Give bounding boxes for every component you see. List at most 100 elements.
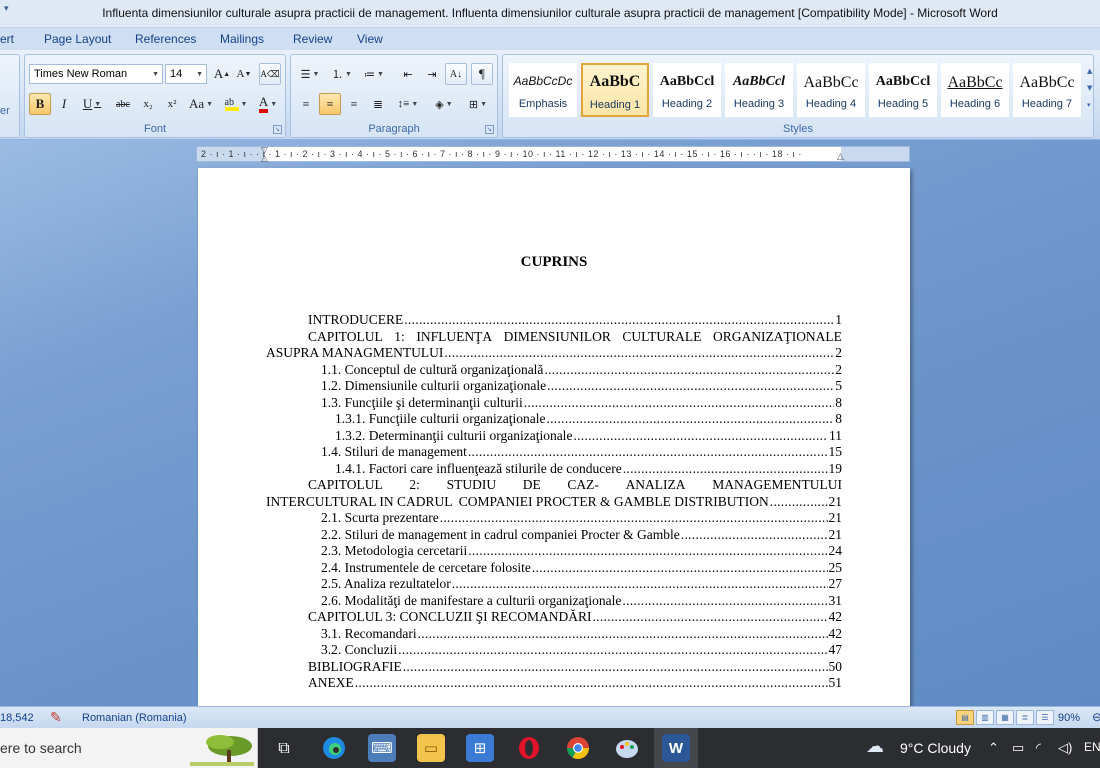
zoom-level[interactable]: 90%	[1058, 712, 1080, 724]
line-spacing-button[interactable]: ↕≡ ▼	[393, 93, 423, 115]
toc-entry-bibliografie[interactable]: BIBLIOGRAFIE 50	[266, 659, 842, 676]
shading-button[interactable]: ◈ ▼	[429, 93, 459, 115]
paint-icon[interactable]	[613, 734, 641, 762]
numbering-button[interactable]: ⒈ ▼	[327, 63, 357, 85]
font-color-button[interactable]: A ▼	[253, 93, 283, 115]
tab-references[interactable]: References	[135, 32, 196, 46]
chevron-down-icon: ▼	[445, 100, 453, 108]
grow-font-button[interactable]: A ▲	[212, 63, 232, 85]
outline-view-icon[interactable]: ≣	[1016, 710, 1034, 725]
print-layout-view-icon[interactable]: ▤	[956, 710, 974, 725]
task-view-icon[interactable]: ⧉	[270, 734, 298, 762]
tab-view[interactable]: View	[357, 32, 383, 46]
spell-check-icon[interactable]: ✎	[50, 709, 62, 726]
justify-button[interactable]: ≣	[367, 93, 389, 115]
multilevel-list-button[interactable]: ≔ ▼	[359, 63, 389, 85]
decrease-indent-button[interactable]: ⇤	[397, 63, 419, 85]
borders-button[interactable]: ⊞ ▼	[463, 93, 493, 115]
align-right-button[interactable]: ≡	[343, 93, 365, 115]
font-name-select[interactable]: Times New Roman ▼	[29, 64, 163, 84]
toc-entry-capitol-3[interactable]: CAPITOLUL 3: CONCLUZII ŞI RECOMANDĂRI 42	[266, 609, 842, 626]
taskbar-search[interactable]: ere to search	[0, 728, 258, 768]
toc-entry-3-1[interactable]: 3.1. Recomandari 42	[266, 626, 842, 643]
toc-entry-capitol-1-cont[interactable]: ASUPRA MANAGMENTULUI 2	[266, 345, 842, 362]
toc-entry-1-4-1[interactable]: 1.4.1. Factori care influenţează stiluri…	[266, 461, 842, 478]
toc-entry-capitol-2[interactable]: CAPITOLUL 2: STUDIU DE CAZ- ANALIZA MANA…	[266, 477, 842, 494]
styles-scroll[interactable]: ▲ ▼ ▾	[1087, 63, 1095, 117]
align-center-button[interactable]: ≡	[319, 93, 341, 115]
document-page[interactable]: CUPRINS INTRODUCERE 1 CAPITOLUL 1: INFLUE…	[198, 168, 910, 706]
toc-entry-1-4[interactable]: 1.4. Stiluri de management 15	[266, 444, 842, 461]
toc-entry-introducere[interactable]: INTRODUCERE 1	[266, 312, 842, 329]
toc-entry-2-4[interactable]: 2.4. Instrumentele de cercetare folosite…	[266, 560, 842, 577]
format-painter-label[interactable]: ter	[0, 105, 10, 117]
draft-view-icon[interactable]: ☰	[1036, 710, 1054, 725]
tab-page-layout[interactable]: Page Layout	[44, 32, 111, 46]
toc-entry-capitol-1[interactable]: CAPITOLUL 1: INFLUENŢA DIMENSIUNILOR CUL…	[266, 329, 842, 346]
toc-entry-1-3-2[interactable]: 1.3.2. Determinanţii culturii organizaţi…	[266, 428, 842, 445]
tab-review[interactable]: Review	[293, 32, 332, 46]
style-heading-6[interactable]: AaBbCc Heading 6	[941, 63, 1009, 117]
style-heading-3[interactable]: AaBbCcl Heading 3	[725, 63, 793, 117]
web-layout-icon[interactable]: ▦	[996, 710, 1014, 725]
style-heading-5[interactable]: AaBbCcl Heading 5	[869, 63, 937, 117]
toc-entry-2-1[interactable]: 2.1. Scurta prezentare 21	[266, 510, 842, 527]
show-marks-button[interactable]: ¶	[471, 63, 493, 85]
chrome-icon[interactable]	[564, 734, 592, 762]
opera-icon[interactable]	[515, 734, 543, 762]
font-size-select[interactable]: 14 ▼	[165, 64, 207, 84]
language-indicator[interactable]: Romanian (Romania)	[82, 712, 187, 724]
indent-marker-icon[interactable]: ▽ △	[261, 147, 268, 164]
toc-entry-1-2[interactable]: 1.2. Dimensiunile culturii organizaţiona…	[266, 378, 842, 395]
increase-indent-button[interactable]: ⇥	[421, 63, 443, 85]
paragraph-dialog-launcher-icon[interactable]: ↘	[485, 125, 494, 134]
volume-icon[interactable]: ◁)	[1058, 740, 1072, 756]
toc-entry-1-3[interactable]: 1.3. Funcţiile şi determinanţii culturii…	[266, 395, 842, 412]
superscript-button[interactable]: x²	[161, 93, 183, 115]
computer-icon[interactable]: ⌨	[368, 734, 396, 762]
store-icon[interactable]: ⊞	[466, 734, 494, 762]
wifi-icon[interactable]: ◜	[1036, 740, 1041, 756]
toc-entry-3-2[interactable]: 3.2. Concluzii 47	[266, 642, 842, 659]
style-heading-7[interactable]: AaBbCc Heading 7	[1013, 63, 1081, 117]
word-icon[interactable]: W	[662, 734, 690, 762]
toc-entry-1-3-1[interactable]: 1.3.1. Funcţiile culturii organizaţional…	[266, 411, 842, 428]
toc-entry-2-6[interactable]: 2.6. Modalităţi de manifestare a culturi…	[266, 593, 842, 610]
toc-entry-2-5[interactable]: 2.5. Analiza rezultatelor 27	[266, 576, 842, 593]
horizontal-ruler[interactable]: 2 · ı · 1 · ı · · ı · 1 · ı · 2 · ı · 3 …	[196, 146, 910, 164]
font-dialog-launcher-icon[interactable]: ↘	[273, 125, 282, 134]
subscript-button[interactable]: x₂	[137, 93, 159, 115]
toc-entry-2-3[interactable]: 2.3. Metodologia cercetarii 24	[266, 543, 842, 560]
italic-button[interactable]: I	[53, 93, 75, 115]
tab-insert[interactable]: ert	[0, 32, 14, 46]
align-left-button[interactable]: ≡	[295, 93, 317, 115]
word-count[interactable]: 18,542	[0, 712, 34, 724]
strikethrough-button[interactable]: abc	[111, 93, 135, 115]
chevron-up-icon[interactable]: ⌃	[988, 740, 999, 756]
clear-formatting-button[interactable]: A⌫	[259, 63, 281, 85]
weather-text[interactable]: 9°C Cloudy	[900, 740, 971, 756]
style-heading-2[interactable]: AaBbCcl Heading 2	[653, 63, 721, 117]
style-heading-4[interactable]: AaBbCc Heading 4	[797, 63, 865, 117]
style-heading-1[interactable]: AaBbC Heading 1	[581, 63, 649, 117]
language-indicator-tray[interactable]: EN	[1084, 740, 1100, 754]
zoom-out-icon[interactable]: ⊖	[1092, 710, 1100, 724]
underline-button[interactable]: U ▼	[77, 93, 107, 115]
file-explorer-icon[interactable]: ▭	[417, 734, 445, 762]
change-case-button[interactable]: Aa ▼	[185, 93, 217, 115]
toc-entry-anexe[interactable]: ANEXE 51	[266, 675, 842, 692]
style-emphasis[interactable]: AaBbCcDc Emphasis	[509, 63, 577, 117]
battery-icon[interactable]: ▭	[1012, 740, 1024, 756]
sort-button[interactable]: A↓	[445, 63, 467, 85]
highlight-button[interactable]: ab ▼	[221, 93, 251, 115]
toc-entry-1-1[interactable]: 1.1. Conceptul de cultură organizaţional…	[266, 362, 842, 379]
tab-mailings[interactable]: Mailings	[220, 32, 264, 46]
bold-button[interactable]: B	[29, 93, 51, 115]
bullets-button[interactable]: ☰ ▼	[295, 63, 325, 85]
toc-entry-2-2[interactable]: 2.2. Stiluri de management in cadrul com…	[266, 527, 842, 544]
full-screen-reading-icon[interactable]: ▥	[976, 710, 994, 725]
right-indent-marker-icon[interactable]: △	[837, 152, 844, 162]
toc-entry-capitol-2-cont[interactable]: INTERCULTURAL IN CADRUL COMPANIEI PROCTE…	[266, 494, 842, 511]
shrink-font-button[interactable]: A ▼	[234, 63, 254, 85]
edge-icon[interactable]	[320, 734, 348, 762]
